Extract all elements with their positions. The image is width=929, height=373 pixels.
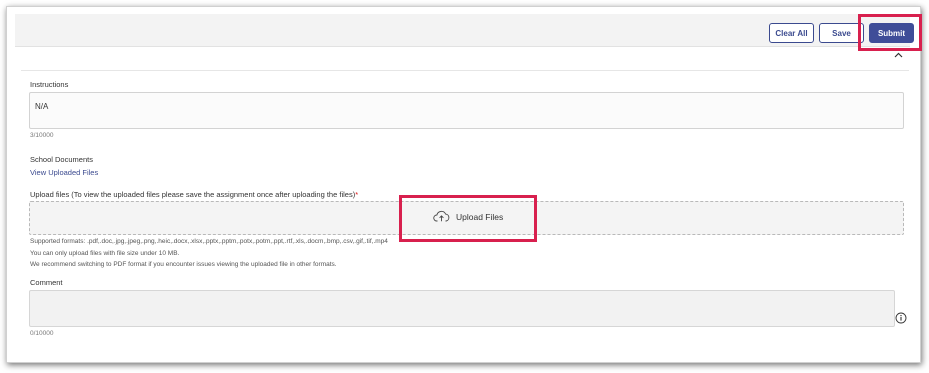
comment-label: Comment	[30, 278, 63, 287]
submit-button[interactable]: Submit	[869, 23, 914, 43]
upload-files-button[interactable]: Upload Files	[433, 210, 503, 224]
save-button[interactable]: Save	[819, 23, 864, 43]
instructions-value: N/A	[35, 102, 49, 111]
section-header	[21, 47, 909, 71]
instructions-field[interactable]: N/A	[29, 92, 904, 129]
upload-files-label: Upload files (To view the uploaded files…	[30, 190, 358, 199]
required-asterisk: *	[355, 190, 359, 199]
upload-files-label-text: Upload Files	[456, 212, 504, 222]
comment-field[interactable]	[29, 290, 895, 327]
pdf-recommendation-note: We recommend switching to PDF format if …	[30, 261, 337, 268]
supported-formats-text: Supported formats: .pdf,.doc,.jpg,.jpeg,…	[30, 238, 388, 245]
clear-all-button[interactable]: Clear All	[769, 23, 814, 43]
school-documents-label: School Documents	[30, 155, 93, 164]
upload-dropzone[interactable]: Upload Files	[29, 201, 904, 235]
upload-label-text: Upload files (To view the uploaded files…	[30, 190, 356, 199]
chevron-up-icon[interactable]	[893, 50, 903, 60]
comment-char-count: 0/10000	[30, 330, 54, 337]
info-icon[interactable]	[895, 311, 907, 324]
cloud-upload-icon	[433, 210, 450, 224]
file-size-note: You can only upload files with file size…	[30, 250, 180, 257]
instructions-label: Instructions	[30, 80, 69, 89]
instructions-char-count: 3/10000	[30, 132, 54, 139]
view-uploaded-files-link[interactable]: View Uploaded Files	[30, 168, 98, 177]
